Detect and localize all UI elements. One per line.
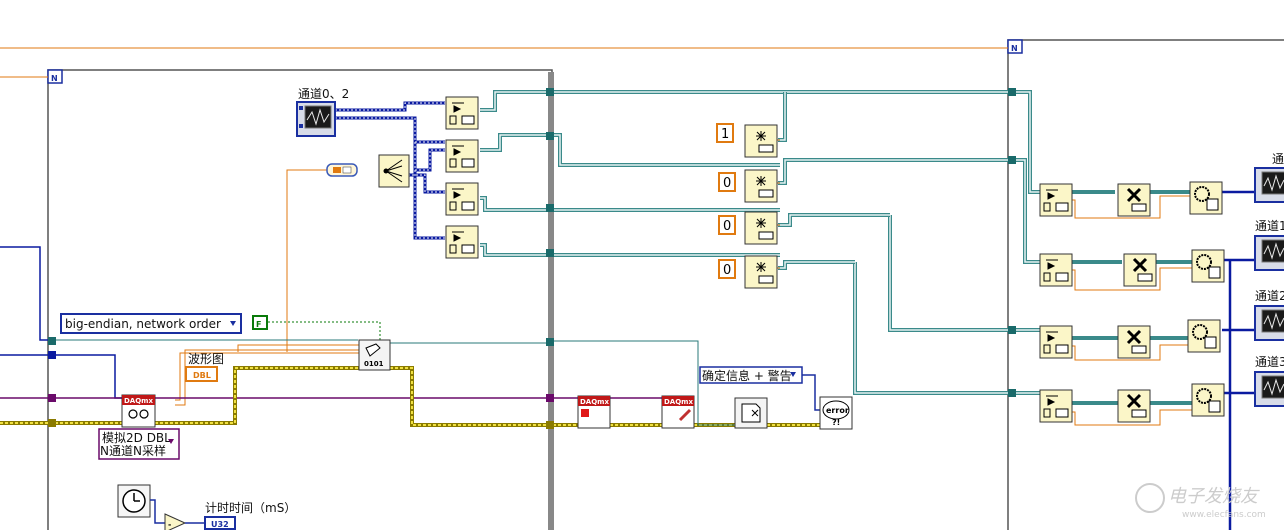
reshape-node-1[interactable] [1189, 181, 1223, 215]
error-handler-node[interactable]: error ?! [819, 396, 853, 430]
svg-text:N: N [1011, 44, 1018, 53]
delete-nodes[interactable] [1117, 183, 1157, 423]
channel-graph-3[interactable] [1254, 305, 1284, 341]
channel-3-label: 通道3 [1255, 355, 1284, 369]
insert-output-wires-inner [778, 92, 1010, 269]
svg-text:N通道N采样: N通道N采样 [100, 443, 166, 458]
channel-0-2-label: 通道0、2 [298, 87, 349, 101]
right-array-wires [1222, 190, 1255, 530]
waveform-type-constant[interactable] [326, 163, 358, 177]
svg-text:DBL: DBL [193, 371, 211, 380]
svg-text:error: error [826, 406, 849, 415]
index-array-node-2[interactable] [445, 139, 479, 173]
index-array-nodes[interactable] [445, 96, 479, 259]
channel-2-label: 通道2 [1255, 289, 1284, 303]
u32-indicator[interactable]: U32 [204, 516, 236, 530]
channel-0-label: 通道 [1272, 152, 1284, 166]
analog-mode-selector[interactable]: 模拟2D DBL N通道N采样 [98, 428, 180, 460]
index-constant-4[interactable]: 0 [723, 263, 731, 278]
write-file-node[interactable]: 0101 [358, 339, 391, 371]
error-out-wire [802, 374, 822, 411]
channel-graph-4[interactable] [1254, 371, 1284, 407]
insert-array-node-4[interactable] [744, 255, 778, 289]
block-diagram: N N 通道0、2 1 0 0 0 big-endian, network or… [0, 39, 1284, 530]
timer-label: 计时时间（mS） [205, 501, 296, 515]
svg-text:DAQmx: DAQmx [664, 398, 693, 406]
bool-wire [268, 321, 381, 340]
right-index-node-4[interactable] [1039, 389, 1073, 423]
insert-array-node-3[interactable] [744, 211, 778, 245]
for-loop-left[interactable] [47, 69, 554, 530]
index-array-node-3[interactable] [445, 182, 479, 216]
watermark: 电子发烧友 www.elecfans.com [1135, 483, 1266, 520]
svg-text:确定信息 + 警告: 确定信息 + 警告 [702, 368, 792, 383]
error-dialog-selector[interactable]: 确定信息 + 警告 [699, 366, 803, 384]
svg-text:U32: U32 [211, 520, 229, 529]
right-index-node-2[interactable] [1039, 253, 1073, 287]
daqmx-read-node[interactable]: DAQmx [121, 394, 156, 428]
right-index-nodes[interactable] [1039, 183, 1073, 423]
loop-count-left: N [47, 69, 63, 84]
byte-order-value: big-endian, network order [65, 317, 221, 331]
index-constant-2[interactable]: 0 [723, 176, 731, 191]
svg-text:www.elecfans.com: www.elecfans.com [1182, 510, 1266, 520]
right-index-node-1[interactable] [1039, 183, 1073, 217]
svg-text:?!: ?! [832, 418, 840, 427]
svg-text:0101: 0101 [364, 360, 384, 368]
delete-element-node-3[interactable] [1117, 325, 1151, 359]
reshape-nodes[interactable] [1187, 181, 1225, 417]
delete-element-node-2[interactable] [1123, 253, 1157, 287]
svg-text:DAQmx: DAQmx [580, 398, 609, 406]
close-file-node[interactable] [734, 397, 768, 429]
delete-element-node-4[interactable] [1117, 389, 1151, 423]
insert-array-node-2[interactable] [744, 169, 778, 203]
reshape-node-4[interactable] [1191, 383, 1225, 417]
svg-text:N: N [51, 74, 58, 83]
svg-text:电子发烧友: 电子发烧友 [1168, 486, 1260, 507]
channel-graph-2[interactable] [1254, 235, 1284, 271]
split-array-node[interactable] [378, 154, 410, 188]
index-constant-1[interactable]: 1 [721, 127, 729, 142]
waveform-graph-label: 波形图 [188, 352, 224, 366]
svg-text:-: - [168, 520, 171, 529]
svg-text:F: F [256, 320, 261, 329]
dbl-indicator[interactable]: DBL [185, 366, 218, 382]
byte-order-ring[interactable]: big-endian, network order [60, 313, 242, 334]
index-array-node-1[interactable] [445, 96, 479, 130]
svg-text:模拟2D DBL: 模拟2D DBL [102, 431, 171, 445]
channel-graph-1[interactable] [1254, 167, 1284, 203]
svg-text:DAQmx: DAQmx [124, 397, 153, 405]
right-graph-indicators[interactable] [1254, 167, 1284, 407]
waveform-graph-indicator[interactable] [296, 101, 336, 137]
right-index-node-3[interactable] [1039, 325, 1073, 359]
right-wires [1072, 190, 1192, 405]
index-array-node-4[interactable] [445, 225, 479, 259]
insert-output-wires [778, 92, 1010, 270]
channel-1-label: 通道1 [1255, 219, 1284, 233]
timer-wire [150, 499, 165, 524]
tick-count-node[interactable] [117, 484, 151, 518]
index-constant-3[interactable]: 0 [723, 219, 731, 234]
subtract-node[interactable]: - [164, 513, 187, 530]
insert-nodes[interactable] [744, 124, 778, 289]
daqmx-clear-node[interactable]: DAQmx [661, 395, 695, 429]
loop-count-right: N [1007, 39, 1023, 54]
daqmx-stop-node[interactable]: DAQmx [577, 395, 611, 429]
reshape-node-3[interactable] [1187, 319, 1221, 353]
bool-constant[interactable]: F [252, 315, 268, 330]
delete-element-node-1[interactable] [1117, 183, 1151, 217]
reshape-node-2[interactable] [1191, 249, 1225, 283]
insert-array-node-1[interactable] [744, 124, 778, 158]
